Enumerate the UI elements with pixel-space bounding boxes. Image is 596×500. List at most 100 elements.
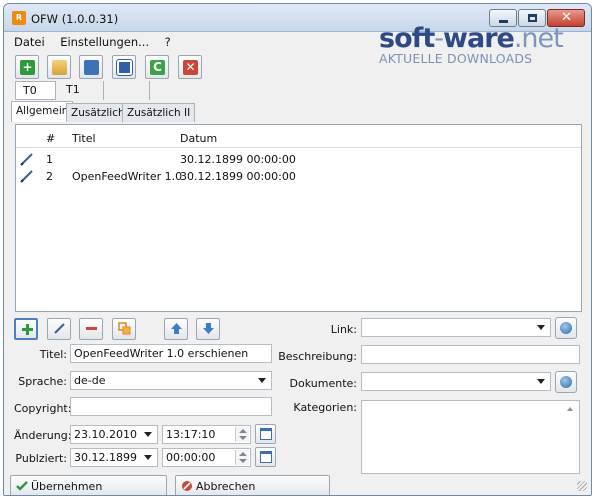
row-number: 2 — [46, 170, 53, 183]
sprache-value: de-de — [74, 374, 106, 387]
spin-down-icon — [239, 459, 247, 463]
minus-icon — [86, 327, 97, 330]
kategorien-textarea[interactable] — [361, 400, 580, 474]
edit-item-button[interactable] — [47, 318, 71, 340]
link-select[interactable] — [361, 318, 551, 337]
titel-input[interactable]: OpenFeedWriter 1.0 erschienen — [70, 344, 272, 363]
open-button[interactable] — [47, 55, 71, 79]
apply-button[interactable]: Übernehmen — [10, 475, 167, 495]
publiziert-time: 00:00:00 — [166, 451, 216, 464]
remove-item-button[interactable] — [79, 318, 103, 340]
tab-divider — [149, 81, 150, 100]
feed-tab-t0[interactable]: T0 — [15, 81, 56, 100]
calendar-icon — [260, 451, 272, 463]
copy-icon — [84, 60, 99, 75]
copy-button[interactable] — [79, 55, 103, 79]
move-up-button[interactable] — [164, 318, 188, 340]
checkmark-icon — [16, 481, 28, 491]
publiziert-date: 30.12.1899 — [74, 451, 137, 464]
watermark-brand-dash: - — [434, 23, 444, 54]
arrow-up-icon — [171, 323, 182, 334]
copy-item-button[interactable] — [112, 318, 136, 340]
open-document-button[interactable] — [555, 371, 577, 393]
copyright-input[interactable] — [70, 397, 272, 416]
app-window: R OFW (1.0.0.31) ✕ soft-ware.net AKTUELL… — [3, 3, 592, 496]
dokumente-label: Dokumente: — [289, 377, 357, 390]
column-header-title[interactable]: Titel — [72, 132, 96, 145]
open-link-button[interactable] — [555, 317, 577, 339]
aenderung-date-picker[interactable]: 23.10.2010 — [70, 425, 158, 444]
spin-up-icon — [239, 429, 247, 433]
globe-icon — [560, 322, 572, 334]
publiziert-time-input[interactable]: 00:00:00 — [162, 448, 251, 467]
dokumente-select[interactable] — [361, 372, 551, 391]
move-down-button[interactable] — [196, 318, 220, 340]
link-label: Link: — [330, 323, 357, 336]
time-spinner[interactable] — [235, 450, 249, 465]
globe-icon — [560, 376, 572, 388]
copyright-label: Copyright: — [14, 402, 72, 415]
cancel-button[interactable]: Abbrechen — [175, 475, 330, 495]
tab-zusaetzlich[interactable]: Zusätzlich — [66, 103, 130, 122]
maximize-icon — [528, 14, 537, 22]
publiziert-date-picker[interactable]: 30.12.1899 — [70, 448, 158, 467]
resize-grip[interactable] — [577, 481, 587, 491]
chevron-down-icon — [144, 455, 152, 460]
item-list[interactable]: # Titel Datum 1 30.12.1899 00:00:00 2 Op… — [15, 124, 582, 312]
watermark-logo: soft-ware.net AKTUELLE DOWNLOADS — [379, 23, 564, 66]
menu-bar: Datei Einstellungen... ? — [14, 35, 183, 49]
cancel-label: Abbrechen — [196, 480, 256, 493]
pencil-icon — [54, 323, 65, 334]
column-header-date[interactable]: Datum — [180, 132, 217, 145]
scroll-up-icon[interactable] — [567, 407, 573, 411]
publiziert-label: Publziert: — [15, 452, 67, 465]
tab-zusaetzlich-2[interactable]: Zusätzlich II — [122, 103, 196, 122]
watermark-brand-ware: ware — [443, 23, 515, 54]
menu-help[interactable]: ? — [165, 35, 171, 49]
list-item[interactable]: 1 30.12.1899 00:00:00 — [16, 151, 581, 168]
aenderung-calendar-button[interactable] — [255, 424, 276, 444]
refresh-button[interactable]: C — [145, 55, 169, 79]
rss-app-icon: R — [12, 11, 26, 25]
list-item[interactable]: 2 OpenFeedWriter 1.0 30.12.1899 00:00:00 — [16, 168, 581, 185]
beschreibung-label: Beschreibung: — [278, 350, 357, 363]
sprache-select[interactable]: de-de — [70, 371, 272, 390]
chevron-down-icon — [537, 325, 545, 330]
cancel-icon — [182, 481, 192, 491]
add-item-button[interactable] — [14, 318, 38, 340]
arrow-down-icon — [203, 323, 214, 334]
add-icon — [22, 324, 33, 335]
beschreibung-input[interactable] — [361, 345, 580, 364]
menu-einstellungen[interactable]: Einstellungen... — [60, 35, 149, 49]
delete-button[interactable]: ✕ — [178, 55, 202, 79]
apply-label: Übernehmen — [31, 480, 103, 493]
watermark-brand-tld: .net — [513, 23, 564, 54]
time-spinner[interactable] — [235, 427, 249, 442]
aenderung-time-input[interactable]: 13:17:10 — [162, 425, 251, 444]
aenderung-date: 23.10.2010 — [74, 428, 137, 441]
feed-tab-t1[interactable]: T1 — [59, 81, 104, 100]
row-date: 30.12.1899 00:00:00 — [180, 170, 296, 183]
edit-pencil-icon — [20, 153, 33, 166]
row-number: 1 — [46, 153, 53, 166]
chevron-down-icon — [537, 379, 545, 384]
column-header-number[interactable]: # — [46, 132, 55, 145]
tab-allgemein[interactable]: Allgemein — [11, 101, 74, 122]
new-feed-button[interactable]: + — [15, 55, 39, 79]
watermark-brand-soft: soft — [379, 23, 435, 54]
add-icon: + — [20, 60, 35, 75]
window-title: OFW (1.0.0.31) — [31, 12, 119, 26]
edit-pencil-icon — [20, 170, 33, 183]
save-button[interactable] — [112, 55, 136, 79]
row-title: OpenFeedWriter 1.0 — [72, 170, 183, 183]
save-icon — [116, 59, 133, 76]
watermark-brand: soft-ware.net — [379, 23, 564, 54]
spin-up-icon — [239, 452, 247, 456]
calendar-icon — [260, 428, 272, 440]
row-date: 30.12.1899 00:00:00 — [180, 153, 296, 166]
aenderung-label: Änderung: — [14, 429, 72, 442]
menu-datei[interactable]: Datei — [14, 35, 45, 49]
refresh-icon: C — [150, 60, 165, 75]
publiziert-calendar-button[interactable] — [255, 447, 276, 467]
open-folder-icon — [52, 60, 67, 75]
